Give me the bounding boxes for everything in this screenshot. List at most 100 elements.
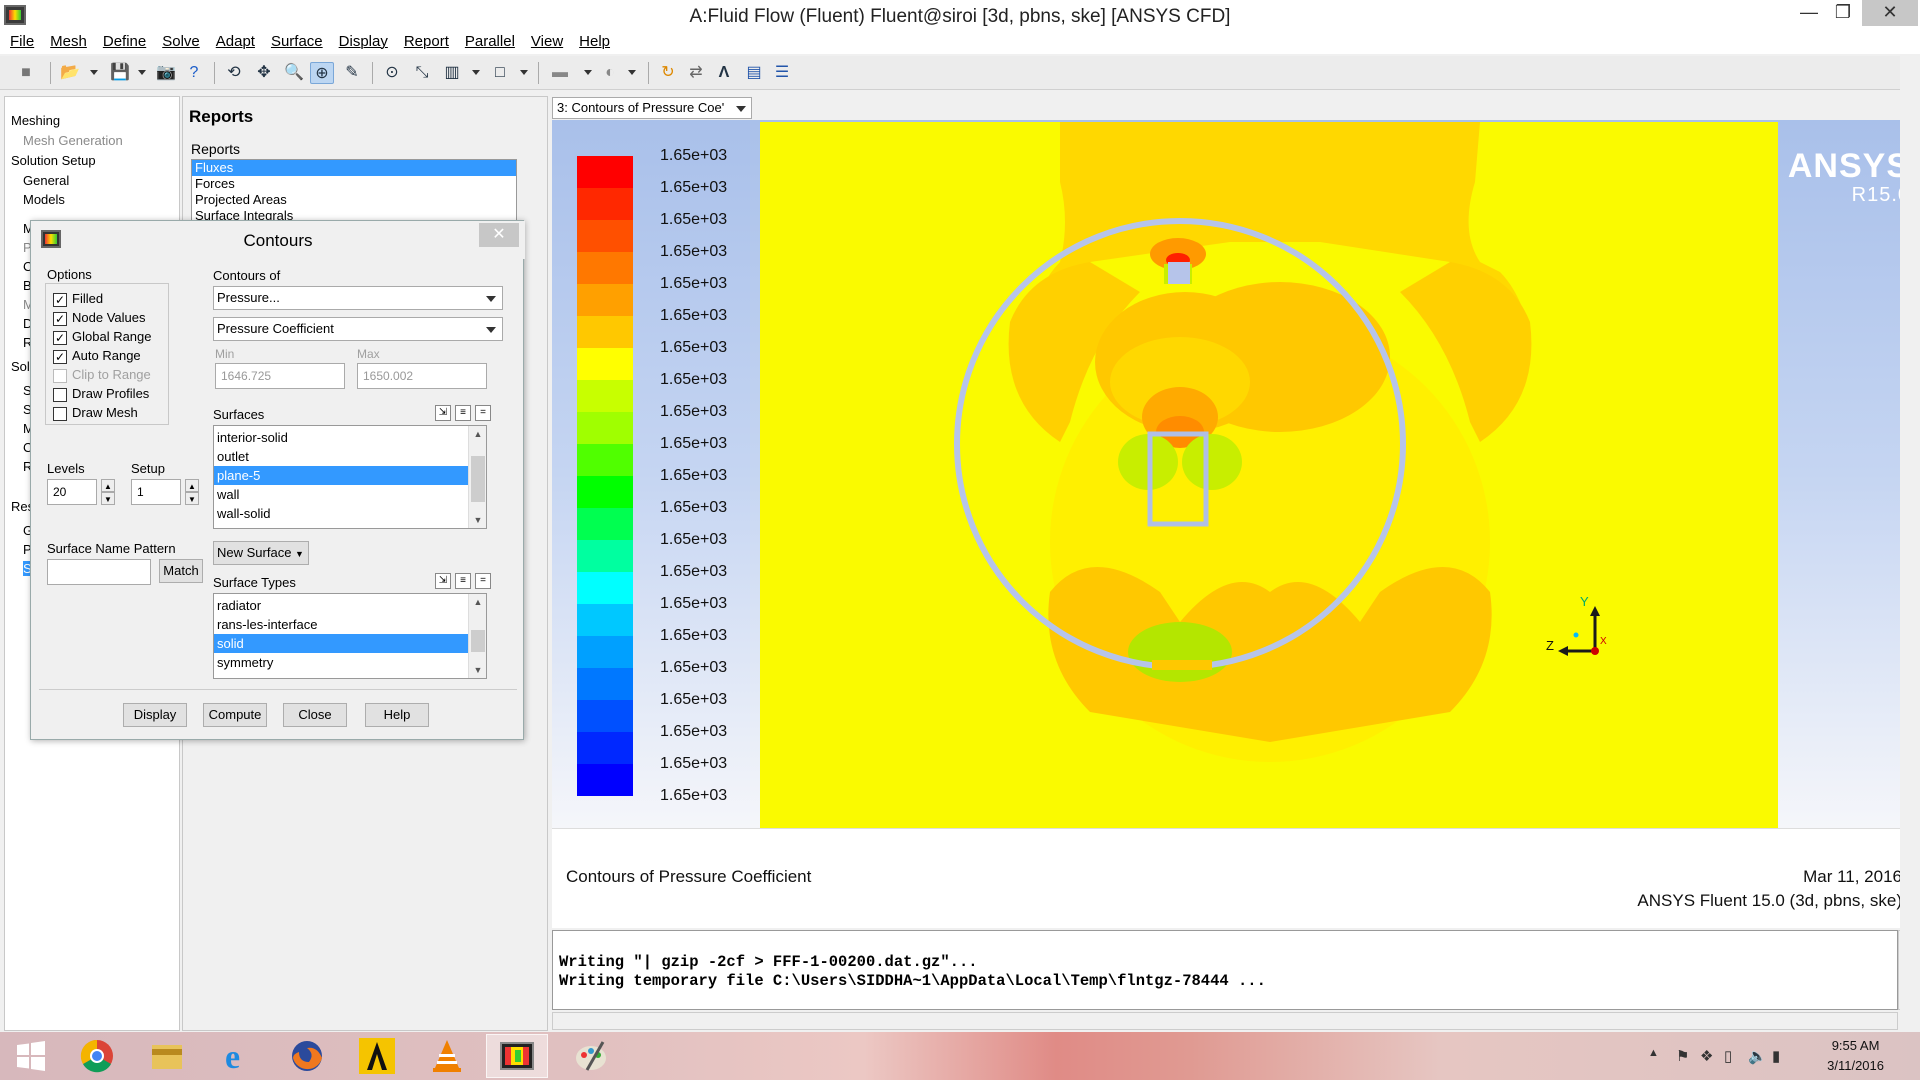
internet-explorer-icon[interactable]: e <box>206 1034 268 1078</box>
levels-field[interactable]: 20 <box>47 479 97 505</box>
setup-field[interactable]: 1 <box>131 479 181 505</box>
menu-adapt[interactable]: Adapt <box>210 32 261 52</box>
contour-plot[interactable]: Y Z X <box>760 122 1778 828</box>
menu-display[interactable]: Display <box>333 32 394 52</box>
mdm-icon[interactable]: ☰ <box>770 62 794 84</box>
checkbox-clip-to-range[interactable] <box>53 369 67 383</box>
window-dropdown-icon[interactable] <box>520 70 528 75</box>
checkbox-node-values[interactable]: ✓ <box>53 312 67 326</box>
report-icon[interactable]: ▤ <box>742 62 766 84</box>
surfaces-scrollbar[interactable]: ▲ ▼ <box>468 426 486 528</box>
vlc-icon[interactable] <box>416 1034 478 1078</box>
refresh-icon[interactable]: ↻ <box>656 62 680 84</box>
tree-models[interactable]: Models <box>23 192 65 207</box>
menu-solve[interactable]: Solve <box>156 32 206 52</box>
list-item[interactable]: Forces <box>192 176 516 192</box>
chrome-icon[interactable] <box>66 1034 128 1078</box>
action-center-flag-icon[interactable]: ⚑ <box>1676 1047 1689 1065</box>
pan-icon[interactable]: ✥ <box>252 62 276 84</box>
new-surface-button[interactable]: New Surface ▼ <box>213 541 309 565</box>
checkbox-draw-profiles[interactable] <box>53 388 67 402</box>
console-horizontal-scrollbar[interactable] <box>552 1012 1898 1030</box>
levels-spinner[interactable]: ▲ ▼ <box>101 479 115 505</box>
list-view-icon[interactable]: ≡ <box>455 405 471 421</box>
compute-button[interactable]: Compute <box>203 703 267 727</box>
maximize-button[interactable]: ❐ <box>1820 0 1866 26</box>
graphics-window[interactable]: 1.65e+03 1.65e+03 1.65e+03 1.65e+03 1.65e+03… <box>552 120 1916 828</box>
ansys-workbench-icon[interactable] <box>346 1034 408 1078</box>
scroll-down-icon[interactable]: ▼ <box>469 662 486 678</box>
close-button[interactable]: Close <box>283 703 347 727</box>
match-button[interactable]: Match <box>159 559 203 583</box>
list-item[interactable]: plane-5 <box>214 466 486 485</box>
list-item[interactable]: Fluxes <box>192 160 516 176</box>
power-icon[interactable]: ▯ <box>1724 1047 1732 1065</box>
scroll-up-icon[interactable]: ▲ <box>469 426 486 442</box>
scroll-down-icon[interactable]: ▼ <box>469 512 486 528</box>
deselect-all-icon[interactable]: = <box>475 405 491 421</box>
console[interactable]: Writing "| gzip -2cf > FFF-1-00200.dat.g… <box>552 930 1898 1010</box>
surface-types-list[interactable]: radiator rans-les-interface solid symmetry … <box>213 593 487 679</box>
list-item[interactable]: radiator <box>214 596 486 615</box>
display-button[interactable]: Display <box>123 703 187 727</box>
tree-general[interactable]: General <box>23 173 69 188</box>
list-item[interactable]: solid <box>214 634 486 653</box>
select-all-icon[interactable]: ⇲ <box>435 405 451 421</box>
spin-down-icon[interactable]: ▼ <box>101 492 115 505</box>
menu-help[interactable]: Help <box>573 32 616 52</box>
dialog-title-bar[interactable]: Contours ✕ <box>31 221 525 259</box>
display-mode-dropdown-icon[interactable] <box>584 70 592 75</box>
window-icon[interactable]: □ <box>488 62 512 84</box>
menu-file[interactable]: File <box>4 32 40 52</box>
checkbox-filled[interactable]: ✓ <box>53 293 67 307</box>
list-item[interactable]: wall-solid <box>214 504 486 523</box>
help-icon[interactable]: ? <box>182 62 206 84</box>
dialog-close-button[interactable]: ✕ <box>479 223 519 247</box>
help-button[interactable]: Help <box>365 703 429 727</box>
setup-spinner[interactable]: ▲ ▼ <box>185 479 199 505</box>
graphics-window-select[interactable]: 3: Contours of Pressure Coe' <box>552 97 752 119</box>
stop-icon[interactable]: ■ <box>14 62 38 84</box>
fluent-taskbar-icon[interactable] <box>486 1034 548 1078</box>
max-field[interactable]: 1650.002 <box>357 363 487 389</box>
main-vertical-scrollbar[interactable] <box>1900 54 1920 1030</box>
contours-variable-select[interactable]: Pressure Coefficient <box>213 317 503 341</box>
tree-mesh-generation[interactable]: Mesh Generation <box>23 133 123 148</box>
volume-icon[interactable]: 🔈 <box>1748 1047 1767 1065</box>
show-hidden-icons-icon[interactable]: ▲ <box>1648 1047 1659 1059</box>
spin-up-icon[interactable]: ▲ <box>101 479 115 492</box>
list-item[interactable]: symmetry <box>214 653 486 672</box>
checkbox-global-range[interactable]: ✓ <box>53 331 67 345</box>
zoom-in-icon[interactable]: ⊕ <box>310 62 334 84</box>
workbench-icon[interactable]: Λ <box>712 62 736 84</box>
spin-down-icon[interactable]: ▼ <box>185 492 199 505</box>
checkbox-draw-mesh[interactable] <box>53 407 67 421</box>
save-icon[interactable]: 💾 <box>108 62 132 84</box>
save-dropdown-icon[interactable] <box>138 70 146 75</box>
network-signal-icon[interactable]: ▮ <box>1772 1047 1780 1065</box>
surface-name-pattern-field[interactable] <box>47 559 151 585</box>
list-item[interactable]: rans-les-interface <box>214 615 486 634</box>
list-item[interactable]: Projected Areas <box>192 192 516 208</box>
system-clock[interactable]: 9:55 AM 3/11/2016 <box>1827 1036 1884 1076</box>
lights-icon[interactable]: ◐ <box>598 62 622 84</box>
menu-mesh[interactable]: Mesh <box>44 32 93 52</box>
menu-define[interactable]: Define <box>97 32 152 52</box>
lights-dropdown-icon[interactable] <box>628 70 636 75</box>
menu-view[interactable]: View <box>525 32 569 52</box>
min-field[interactable]: 1646.725 <box>215 363 345 389</box>
surface-types-scrollbar[interactable]: ▲ ▼ <box>468 594 486 678</box>
scroll-up-icon[interactable]: ▲ <box>469 594 486 610</box>
surfaces-list[interactable]: interior-solid outlet plane-5 wall wall-soli… <box>213 425 487 529</box>
layout-icon[interactable]: ▥ <box>440 62 464 84</box>
sync-icon[interactable]: ⇄ <box>684 62 708 84</box>
scroll-thumb[interactable] <box>471 630 485 652</box>
dropbox-icon[interactable]: ❖ <box>1700 1047 1713 1065</box>
checkbox-auto-range[interactable]: ✓ <box>53 350 67 364</box>
fit-to-window-icon[interactable]: ⊙ <box>380 62 404 84</box>
layout-dropdown-icon[interactable] <box>472 70 480 75</box>
firefox-icon[interactable] <box>276 1034 338 1078</box>
probe-icon[interactable]: ✎ <box>340 62 364 84</box>
open-dropdown-icon[interactable] <box>90 70 98 75</box>
spin-up-icon[interactable]: ▲ <box>185 479 199 492</box>
